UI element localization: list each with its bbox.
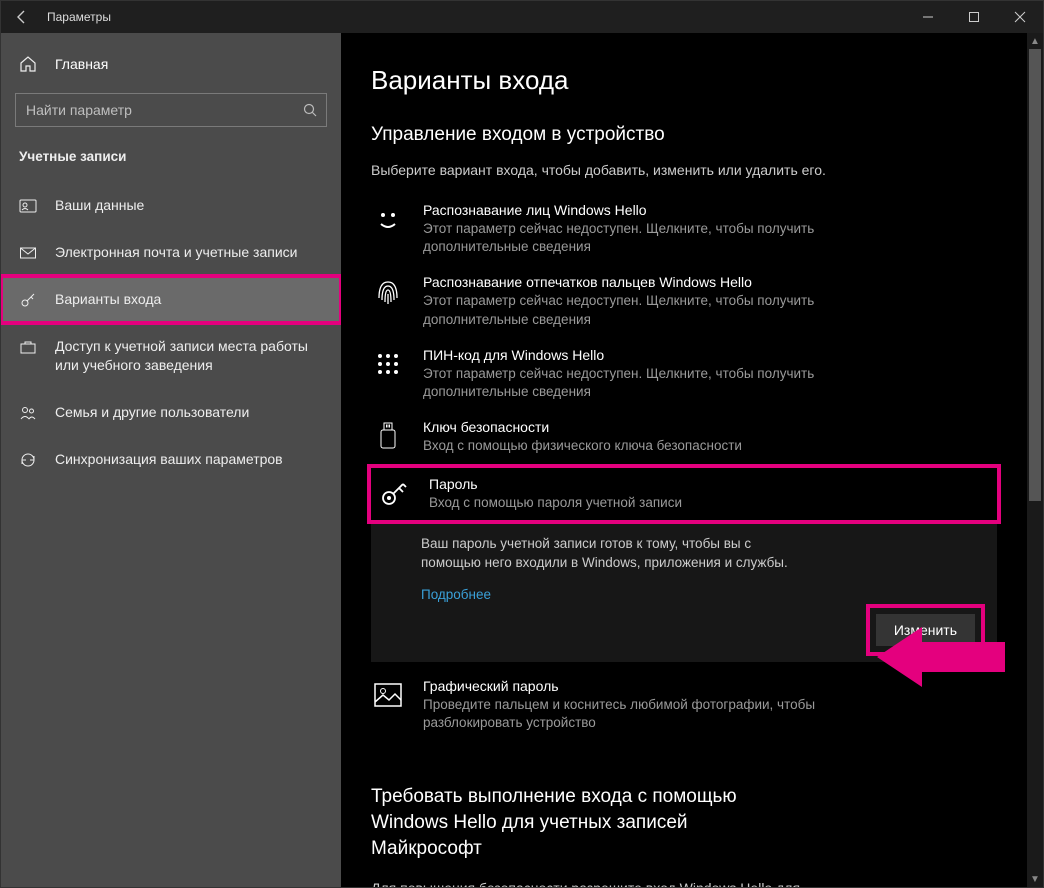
close-icon (1014, 11, 1026, 23)
option-password[interactable]: Пароль Вход с помощью пароля учетной зап… (377, 472, 991, 516)
main-panel: Варианты входа Управление входом в устро… (341, 33, 1043, 887)
option-desc: Этот параметр сейчас недоступен. Щелкнит… (423, 220, 843, 256)
home-icon (19, 55, 37, 73)
option-picture-password[interactable]: Графический пароль Проведите пальцем и к… (371, 672, 997, 744)
option-title: Графический пароль (423, 678, 997, 694)
option-title: Ключ безопасности (423, 419, 997, 435)
option-title: Распознавание лиц Windows Hello (423, 202, 997, 218)
option-face[interactable]: Распознавание лиц Windows Hello Этот пар… (371, 196, 997, 268)
sidebar-item-yourinfo[interactable]: Ваши данные (1, 182, 341, 229)
key-icon (19, 291, 37, 309)
maximize-button[interactable] (951, 1, 997, 33)
password-details-panel: Ваш пароль учетной записи готов к тому, … (371, 520, 997, 662)
page-title: Варианты входа (371, 65, 997, 96)
section-title: Управление входом в устройство (371, 124, 997, 146)
scroll-thumb[interactable] (1029, 49, 1041, 501)
back-button[interactable] (1, 1, 43, 33)
face-icon (371, 202, 405, 236)
search-input[interactable] (26, 102, 302, 118)
section2-title: Требовать выполнение входа с помощью Win… (371, 784, 801, 861)
home-label: Главная (55, 56, 108, 72)
section-subtitle: Выберите вариант входа, чтобы добавить, … (371, 162, 997, 178)
titlebar: Параметры (1, 1, 1043, 33)
home-link[interactable]: Главная (1, 47, 341, 81)
change-password-button[interactable]: Изменить (876, 614, 975, 646)
sidebar-section-label: Учетные записи (1, 145, 341, 182)
scroll-down-button[interactable]: ▼ (1027, 871, 1043, 887)
sidebar-item-label: Электронная почта и учетные записи (55, 243, 297, 262)
briefcase-icon (19, 338, 37, 356)
arrow-left-icon (14, 9, 30, 25)
close-button[interactable] (997, 1, 1043, 33)
fingerprint-icon (371, 274, 405, 308)
key-password-icon (377, 476, 411, 510)
sidebar-item-signin-options[interactable]: Варианты входа (1, 276, 341, 323)
option-password-container: Пароль Вход с помощью пароля учетной зап… (371, 468, 997, 520)
sidebar-item-sync[interactable]: Синхронизация ваших параметров (1, 436, 341, 483)
mail-icon (19, 244, 37, 262)
scrollbar[interactable]: ▲ ▼ (1027, 33, 1043, 887)
scroll-up-button[interactable]: ▲ (1027, 33, 1043, 49)
option-desc: Вход с помощью физического ключа безопас… (423, 437, 843, 455)
scroll-track[interactable] (1027, 49, 1043, 871)
content-area: Главная Учетные записи Ваши данные (1, 33, 1043, 887)
sidebar-item-label: Семья и другие пользователи (55, 403, 249, 422)
minimize-button[interactable] (905, 1, 951, 33)
main-scroll: Варианты входа Управление входом в устро… (341, 33, 1027, 887)
option-desc: Этот параметр сейчас недоступен. Щелкнит… (423, 365, 843, 401)
sidebar-item-label: Варианты входа (55, 290, 161, 309)
sidebar-item-label: Синхронизация ваших параметров (55, 450, 283, 469)
maximize-icon (968, 11, 980, 23)
sidebar-item-family[interactable]: Семья и другие пользователи (1, 389, 341, 436)
window-controls (905, 1, 1043, 33)
person-card-icon (19, 197, 37, 215)
option-security-key[interactable]: Ключ безопасности Вход с помощью физичес… (371, 413, 997, 467)
sidebar-item-label: Ваши данные (55, 196, 144, 215)
section-require-hello: Требовать выполнение входа с помощью Win… (371, 784, 997, 887)
option-pin[interactable]: ПИН-код для Windows Hello Этот параметр … (371, 341, 997, 413)
password-info-text: Ваш пароль учетной записи готов к тому, … (421, 534, 791, 573)
keypad-icon (371, 347, 405, 381)
option-title: Распознавание отпечатков пальцев Windows… (423, 274, 997, 290)
search-wrap (1, 93, 341, 145)
option-fingerprint[interactable]: Распознавание отпечатков пальцев Windows… (371, 268, 997, 340)
option-title: Пароль (429, 476, 991, 492)
window-title: Параметры (47, 10, 111, 24)
settings-window: Параметры Главная (0, 0, 1044, 888)
minimize-icon (922, 11, 934, 23)
section2-text: Для повышения безопасности разрешите вхо… (371, 879, 801, 887)
option-desc: Вход с помощью пароля учетной записи (429, 494, 849, 512)
sidebar-item-label: Доступ к учетной записи места работы или… (55, 337, 315, 375)
people-icon (19, 404, 37, 422)
option-desc: Проведите пальцем и коснитесь любимой фо… (423, 696, 843, 732)
option-title: ПИН-код для Windows Hello (423, 347, 997, 363)
sidebar-item-email[interactable]: Электронная почта и учетные записи (1, 229, 341, 276)
picture-icon (371, 678, 405, 712)
search-icon (302, 102, 318, 118)
search-box[interactable] (15, 93, 327, 127)
usb-key-icon (371, 419, 405, 453)
sidebar-item-workaccess[interactable]: Доступ к учетной записи места работы или… (1, 323, 341, 389)
learn-more-link[interactable]: Подробнее (421, 587, 491, 602)
sidebar: Главная Учетные записи Ваши данные (1, 33, 341, 887)
option-desc: Этот параметр сейчас недоступен. Щелкнит… (423, 292, 843, 328)
sync-icon (19, 451, 37, 469)
